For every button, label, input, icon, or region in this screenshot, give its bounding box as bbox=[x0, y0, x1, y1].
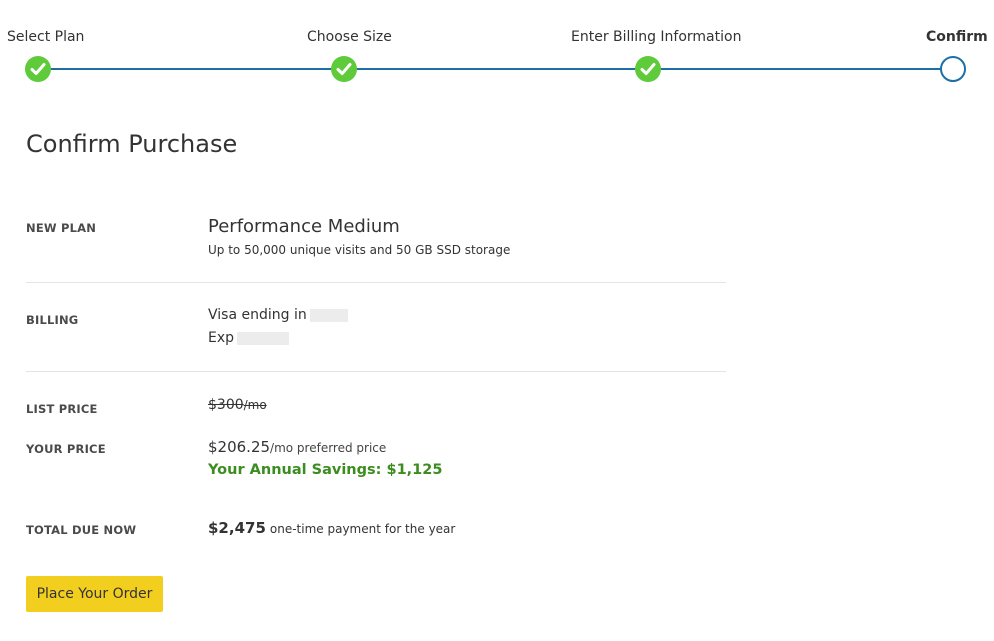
your-price-note: /mo preferred price bbox=[270, 441, 387, 455]
checkmark-icon bbox=[336, 63, 352, 75]
step-billing-information-complete[interactable] bbox=[635, 56, 661, 82]
step-label-billing-information[interactable]: Enter Billing Information bbox=[571, 29, 741, 45]
step-select-plan-complete[interactable] bbox=[25, 56, 51, 82]
plan-name: Performance Medium bbox=[208, 216, 400, 237]
total-due-amount: $2,475 bbox=[208, 519, 266, 537]
redacted-expiry-date bbox=[237, 331, 290, 345]
annual-savings: Your Annual Savings: $1,125 bbox=[208, 462, 443, 478]
step-label-confirm: Confirm bbox=[926, 29, 988, 45]
section-divider bbox=[26, 282, 726, 283]
page-title: Confirm Purchase bbox=[26, 130, 238, 158]
card-info: Visa ending in bbox=[208, 307, 348, 323]
checkmark-icon bbox=[640, 63, 656, 75]
your-price-label: YOUR PRICE bbox=[26, 442, 106, 456]
step-label-select-plan[interactable]: Select Plan bbox=[7, 29, 84, 45]
step-label-choose-size[interactable]: Choose Size bbox=[307, 29, 392, 45]
stepper-progress-line bbox=[38, 68, 953, 70]
step-confirm-current bbox=[940, 56, 966, 82]
total-due-value: $2,475 one-time payment for the year bbox=[208, 518, 455, 537]
new-plan-label: NEW PLAN bbox=[26, 221, 97, 235]
your-price-amount: $206.25 bbox=[208, 438, 271, 456]
step-choose-size-complete[interactable] bbox=[331, 56, 357, 82]
checkout-stepper: Select Plan Choose Size Enter Billing In… bbox=[0, 0, 994, 100]
redacted-card-digits bbox=[309, 308, 348, 322]
your-price-value: $206.25/mo preferred price bbox=[208, 437, 386, 456]
checkmark-icon bbox=[30, 63, 46, 75]
place-order-button[interactable]: Place Your Order bbox=[26, 576, 163, 612]
list-price-label: LIST PRICE bbox=[26, 402, 98, 416]
total-due-note: one-time payment for the year bbox=[269, 522, 456, 536]
card-ending-text: Visa ending in bbox=[208, 307, 307, 323]
section-divider bbox=[26, 371, 726, 372]
total-due-label: TOTAL DUE NOW bbox=[26, 523, 137, 537]
card-expiry: Exp bbox=[208, 330, 290, 346]
plan-description: Up to 50,000 unique visits and 50 GB SSD… bbox=[208, 243, 511, 257]
billing-label: BILLING bbox=[26, 313, 79, 327]
list-price-period: /mo bbox=[243, 398, 267, 412]
card-expiry-text: Exp bbox=[208, 330, 235, 346]
list-price-amount: $300 bbox=[208, 397, 244, 413]
list-price-value: $300/mo bbox=[208, 397, 267, 413]
